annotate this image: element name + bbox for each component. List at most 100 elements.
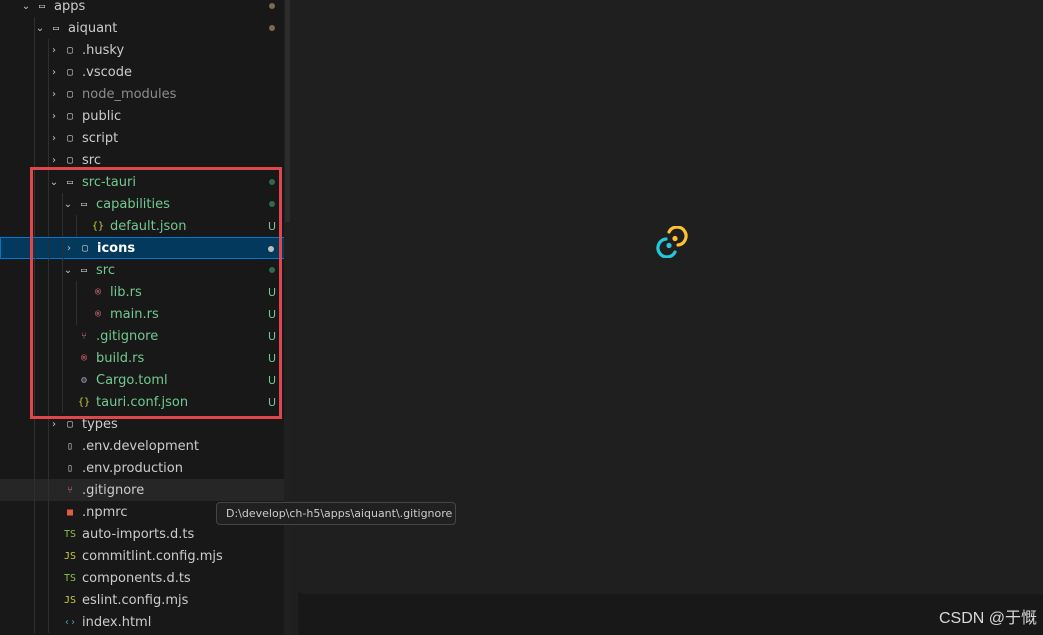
tree-item-label: script — [82, 130, 119, 146]
indent-guide — [48, 413, 49, 435]
git-status-badge: U — [267, 373, 276, 387]
indent-guide — [48, 83, 49, 105]
indent-guide — [48, 105, 49, 127]
tree-item-label: .husky — [82, 42, 125, 58]
indent-guide — [48, 61, 49, 83]
tree-file-lib-rs[interactable]: ® lib.rs U — [0, 281, 290, 303]
folder-open-icon: ▭ — [52, 22, 60, 34]
tree-item-label: .env.development — [82, 438, 199, 454]
tree-item-label: public — [82, 108, 122, 124]
javascript-file-icon: JS — [63, 594, 77, 606]
indent-guide — [34, 281, 35, 303]
tree-item-label: main.rs — [110, 306, 159, 322]
git-status-dot — [269, 3, 275, 9]
indent-guide — [48, 171, 49, 193]
indent-guide — [48, 39, 49, 61]
tree-folder-aiquant[interactable]: ⌄ ▭ aiquant — [0, 17, 290, 39]
indent-guide — [34, 369, 35, 391]
indent-guide — [34, 611, 35, 633]
tree-file-gitignore[interactable]: ⑂ .gitignore — [0, 479, 290, 501]
tree-folder-src-tauri[interactable]: ⌄ ▭ src-tauri — [0, 171, 290, 193]
tree-file-eslint-config-mjs[interactable]: JS eslint.config.mjs — [0, 589, 290, 611]
tree-item-label: .env.production — [82, 460, 183, 476]
indent-guide — [34, 501, 35, 523]
indent-guide — [48, 127, 49, 149]
file-icon: ▯ — [66, 462, 74, 474]
tree-item-label: .npmrc — [82, 504, 128, 520]
indent-guide — [48, 479, 49, 501]
tree-file-build-rs[interactable]: ® build.rs U — [0, 347, 290, 369]
tree-folder-public[interactable]: › ▢ public — [0, 105, 290, 127]
tree-file-default-json[interactable]: {} default.json U — [0, 215, 290, 237]
sash-divider[interactable] — [290, 0, 298, 635]
tree-file-index-html[interactable]: ‹› index.html — [0, 611, 290, 633]
tree-item-label: default.json — [110, 218, 187, 234]
indent-guide — [35, 238, 36, 260]
tree-folder-capabilities[interactable]: ⌄ ▭ capabilities — [0, 193, 290, 215]
git-file-icon: ⑂ — [67, 484, 73, 496]
tree-file-main-rs[interactable]: ® main.rs U — [0, 303, 290, 325]
git-status-dot — [268, 246, 274, 252]
indent-guide — [48, 369, 49, 391]
tree-folder-node-modules[interactable]: › ▢ node_modules — [0, 83, 290, 105]
tree-file-env-production[interactable]: ▯ .env.production — [0, 457, 290, 479]
tree-folder-icons[interactable]: › ▢ icons — [0, 237, 290, 260]
folder-icon: ▢ — [66, 418, 74, 430]
git-status-badge: U — [267, 219, 276, 233]
indent-guide — [48, 193, 49, 215]
tree-file-env-development[interactable]: ▯ .env.development — [0, 435, 290, 457]
tree-file-auto-imports-d-ts[interactable]: TS auto-imports.d.ts — [0, 523, 290, 545]
tree-item-label: commitlint.config.mjs — [82, 548, 223, 564]
indent-guide — [48, 215, 49, 237]
tree-folder-apps[interactable]: ⌄ ▭ apps — [0, 0, 290, 17]
indent-guide — [48, 325, 49, 347]
gear-icon: ⚙ — [80, 374, 88, 386]
tree-item-label: .gitignore — [96, 328, 159, 344]
indent-guide — [34, 39, 35, 61]
git-status-dot — [269, 25, 275, 31]
tree-folder-src[interactable]: ⌄ ▭ src — [0, 259, 290, 281]
indent-guide — [34, 435, 35, 457]
tree-item-label: eslint.config.mjs — [82, 592, 189, 608]
indent-guide — [34, 545, 35, 567]
tree-file-tauri-conf-json[interactable]: {} tauri.conf.json U — [0, 391, 290, 413]
tree-item-label: index.html — [82, 614, 152, 630]
tree-file-gitignore[interactable]: ⑂ .gitignore U — [0, 325, 290, 347]
folder-open-icon: ▭ — [66, 176, 74, 188]
rust-file-icon: ® — [80, 352, 88, 364]
git-status-badge: U — [267, 285, 276, 299]
tree-folder-src[interactable]: › ▢ src — [0, 149, 290, 171]
tree-file-cargo-toml[interactable]: ⚙ Cargo.toml U — [0, 369, 290, 391]
indent-guide — [48, 567, 49, 589]
indent-guide — [34, 567, 35, 589]
indent-guide — [34, 215, 35, 237]
indent-guide — [34, 325, 35, 347]
chevron-down-icon[interactable]: ⌄ — [18, 1, 34, 12]
indent-guide — [34, 17, 35, 39]
json-file-icon: {} — [91, 220, 105, 232]
tree-file-commitlint-config-mjs[interactable]: JS commitlint.config.mjs — [0, 545, 290, 567]
javascript-file-icon: JS — [63, 550, 77, 562]
typescript-file-icon: TS — [63, 528, 77, 540]
tree-item-label: .gitignore — [82, 482, 145, 498]
indent-guide — [34, 479, 35, 501]
tree-folder-husky[interactable]: › ▢ .husky — [0, 39, 290, 61]
indent-guide — [34, 391, 35, 413]
indent-guide — [34, 149, 35, 171]
tree-item-label: auto-imports.d.ts — [82, 526, 195, 542]
watermark: CSDN @于慨 — [938, 610, 1037, 627]
indent-guide — [34, 303, 35, 325]
indent-guide — [63, 238, 64, 260]
indent-guide — [62, 369, 63, 391]
typescript-file-icon: TS — [63, 572, 77, 584]
tree-file-components-d-ts[interactable]: TS components.d.ts — [0, 567, 290, 589]
indent-guide — [48, 347, 49, 369]
tree-item-label: src — [82, 152, 101, 168]
tree-folder-script[interactable]: › ▢ script — [0, 127, 290, 149]
npm-file-icon: ■ — [66, 506, 74, 518]
tree-folder-types[interactable]: › ▢ types — [0, 413, 290, 435]
tree-folder-vscode[interactable]: › ▢ .vscode — [0, 61, 290, 83]
git-status-dot — [269, 179, 275, 185]
folder-icon: ▢ — [66, 110, 74, 122]
indent-guide — [48, 435, 49, 457]
